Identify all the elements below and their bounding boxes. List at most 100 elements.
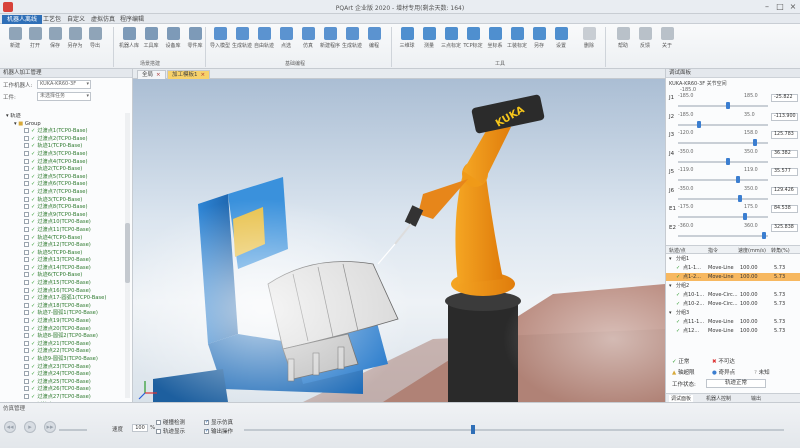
tab-machining-template[interactable]: 加工模板1 × [167, 70, 211, 79]
collapse-icon[interactable]: ▾ [669, 309, 672, 317]
tree-item[interactable]: ✓ 过渡点1(TCP0-Base) [0, 128, 124, 136]
task-row[interactable]: ✓ 点1-1... Move-Line 100.00 5.73 [666, 264, 800, 272]
close-icon[interactable]: × [201, 72, 206, 78]
checkbox[interactable] [156, 429, 161, 434]
output-operation-check[interactable]: 输出操作 [204, 427, 233, 435]
trajectory-display-check[interactable]: 轨迹显示 [156, 427, 185, 435]
checkbox[interactable] [24, 211, 29, 217]
joint-slider-handle[interactable] [761, 231, 766, 239]
workpiece-select[interactable]: 未选择任务 ▾ [37, 92, 91, 101]
checkbox[interactable] [156, 420, 161, 425]
checkbox[interactable] [24, 249, 29, 255]
tree-item[interactable]: ✓ 轨迹3(TCP0-Base) [0, 196, 124, 205]
checkbox[interactable] [24, 287, 29, 293]
tree-item[interactable]: ✓ 过渡点22(TCP0-Base) [0, 348, 124, 356]
task-row[interactable]: ✓ 点10-2... Move-Circ... 100.00 5.73 [666, 300, 800, 308]
checkbox[interactable] [24, 188, 29, 194]
ribbon-button[interactable]: 设备库 [162, 27, 184, 55]
tab-output[interactable]: 输出 [751, 395, 761, 402]
maximize-icon[interactable]: □ [775, 2, 785, 12]
joint-slider-handle[interactable] [697, 120, 702, 128]
tree-item[interactable]: ✓ 过渡点3(TCP0-Base) [0, 150, 124, 159]
task-group-row[interactable]: ▾ 分组2 [666, 282, 800, 290]
joint-slider[interactable] [678, 105, 768, 107]
ribbon-button[interactable]: 打开 [24, 27, 46, 55]
volume-slider[interactable] [59, 429, 87, 431]
checkbox[interactable] [24, 348, 29, 354]
ribbon-button[interactable]: 新建 [4, 27, 26, 55]
ribbon-button[interactable]: 新建程序 [319, 27, 341, 55]
ribbon-button[interactable]: 编程 [363, 27, 385, 55]
ribbon-button[interactable]: 导出 [84, 27, 106, 55]
tree-item[interactable]: ✓ 过渡点10(TCP0-Base) [0, 219, 124, 227]
joint-value-input[interactable]: 84.538 [771, 205, 798, 213]
robot-select[interactable]: KUKA-KR60-3F ▾ [37, 80, 91, 89]
tree-item[interactable]: ✓ 过渡点27(TCP0-Base) [0, 393, 124, 402]
tree-item[interactable]: ✓ 过渡点17-圆弧1(TCP0-Base) [0, 295, 124, 303]
ribbon-button[interactable]: 生成轨迹 [231, 27, 253, 55]
checkbox[interactable] [24, 386, 29, 392]
3d-viewport[interactable]: 全局 × 加工模板1 × KUKA [133, 69, 665, 402]
ribbon-button[interactable]: 帮助 [612, 27, 634, 55]
joint-value-input[interactable]: 36.382 [771, 149, 798, 158]
ribbon-button[interactable]: 测量 [418, 27, 440, 55]
checkbox[interactable] [24, 242, 29, 248]
checkbox[interactable] [204, 419, 209, 425]
tree-item[interactable]: ✓ 过渡点24(TCP0-Base) [0, 371, 124, 379]
task-group-row[interactable]: ▾ 分组3 [666, 309, 800, 317]
checkbox[interactable] [24, 264, 29, 270]
ribbon-button[interactable]: 自由轨迹 [253, 27, 275, 55]
ribbon-button[interactable]: 导入模型 [209, 27, 231, 55]
checkbox[interactable] [24, 371, 29, 377]
tree-item[interactable]: ✓ 过渡点19(TCP0-Base) [0, 318, 124, 326]
tree-item[interactable]: ✓ 过渡点11(TCP0-Base) [0, 226, 124, 235]
collision-check[interactable]: 碰撞检测 [156, 418, 185, 426]
checkbox[interactable] [24, 173, 29, 179]
3d-scene[interactable]: KUKA [133, 79, 665, 402]
ribbon-button[interactable]: 保存 [44, 27, 66, 55]
checkbox[interactable] [24, 143, 29, 149]
tree-item[interactable]: ✓ 轨迹9-圆弧3(TCP0-Base) [0, 356, 124, 364]
checkbox[interactable] [24, 234, 29, 240]
checkbox[interactable] [24, 135, 29, 141]
task-row[interactable]: ✓ 点11-1... Move-Line 100.00 5.73 [666, 318, 800, 326]
joint-slider[interactable] [678, 179, 768, 181]
tree-scrollbar[interactable] [125, 113, 130, 398]
ribbon-button[interactable]: 三维球 [396, 27, 418, 55]
checkbox[interactable] [24, 325, 29, 331]
checkbox[interactable] [24, 158, 29, 164]
ribbon-button[interactable]: 点选 [275, 27, 297, 55]
tree-item[interactable]: ✓ 过渡点6(TCP0-Base) [0, 181, 124, 189]
minimize-icon[interactable]: – [762, 2, 772, 12]
checkbox[interactable] [24, 196, 29, 202]
collapse-icon[interactable]: ▾ [6, 113, 9, 119]
joint-value-input[interactable]: -25.822 [771, 94, 798, 102]
tree-item[interactable]: ✓ 轨迹7-圆弧1(TCP0-Base) [0, 310, 124, 318]
ribbon-button[interactable]: 设置 [550, 27, 572, 55]
timeline-slider[interactable] [244, 425, 784, 434]
checkbox[interactable] [24, 181, 29, 187]
checkbox[interactable] [24, 310, 29, 316]
ribbon-button[interactable]: 关于 [656, 27, 678, 55]
task-row[interactable]: ✓ 点12... Move-Line 100.00 5.73 [666, 327, 800, 335]
tab-robot-offline[interactable]: 机器人离线 [2, 15, 43, 24]
play-icon[interactable]: ▸ [24, 421, 36, 433]
task-row[interactable]: ✓ 点1-2... Move-Line 100.00 5.73 [666, 273, 800, 282]
joint-slider[interactable] [678, 123, 768, 126]
tree-root[interactable]: ▾ 轨迹 [0, 113, 124, 121]
ribbon-button[interactable]: 生成轨迹 [341, 27, 363, 55]
joint-slider-handle[interactable] [752, 139, 757, 146]
scrollbar-thumb[interactable] [125, 223, 130, 283]
tree-item[interactable]: ✓ 过渡点13(TCP0-Base) [0, 257, 124, 265]
ribbon-button[interactable]: 另存为 [64, 27, 86, 55]
ribbon-button[interactable]: 另存 [528, 27, 550, 55]
checkbox[interactable] [24, 166, 29, 172]
checkbox[interactable] [24, 363, 29, 369]
joint-slider[interactable] [678, 234, 768, 237]
task-row[interactable]: ✓ 点10-1... Move-Circ... 100.00 5.73 [666, 291, 800, 299]
tree-item[interactable]: ✓ 轨迹6(TCP0-Base) [0, 272, 124, 280]
joint-slider-handle[interactable] [726, 157, 731, 165]
close-icon[interactable]: × [788, 2, 798, 12]
tree-item[interactable]: ✓ 过渡点8(TCP0-Base) [0, 204, 124, 212]
ribbon-button[interactable]: TCP标定 [462, 27, 484, 55]
